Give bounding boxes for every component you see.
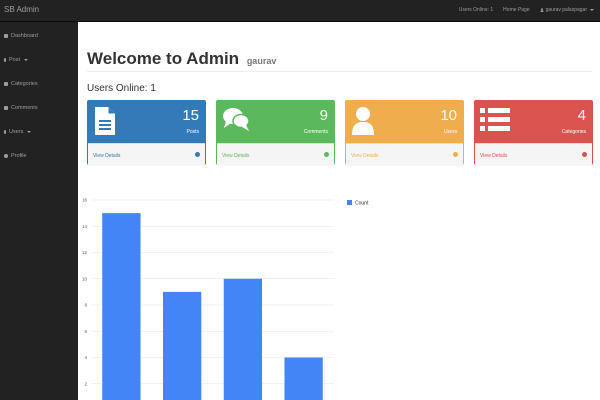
view-details-link[interactable]: View Details [480, 153, 507, 159]
legend-label: Count [355, 201, 369, 207]
users-count: 10 [440, 107, 457, 124]
sidebar-item-label: Post [9, 57, 21, 63]
card-header: 9 Comments [217, 101, 334, 143]
legend-swatch [347, 200, 352, 205]
file-text-icon [95, 107, 115, 135]
posts-label: Posts [186, 129, 199, 135]
page-title: Welcome to Admin gaurav [87, 49, 276, 69]
top-navbar: SB Admin Users Online: 1 Home Page gaura… [0, 0, 600, 22]
posts-view-details[interactable]: View Details [88, 143, 205, 166]
posts-card: 15 Posts View Details [87, 100, 206, 166]
comments-view-details[interactable]: View Details [217, 143, 334, 166]
y-tick-label: 12 [82, 250, 88, 255]
bar-posts [102, 213, 141, 400]
users-online-link[interactable]: Users Online: 1 [459, 7, 493, 13]
caret-down-icon [590, 9, 594, 11]
card-header: 4 Categories [475, 101, 592, 143]
user-menu-label: gaurav palaspagar [545, 7, 587, 13]
comments-card: 9 Comments View Details [216, 100, 335, 166]
users-view-details[interactable]: View Details [346, 143, 463, 166]
brand-link[interactable]: SB Admin [4, 5, 39, 14]
view-details-link[interactable]: View Details [222, 153, 249, 159]
users-card: 10 Users View Details [345, 100, 464, 166]
home-page-link[interactable]: Home Page [503, 7, 529, 13]
post-icon [4, 58, 6, 62]
file-icon [4, 106, 8, 110]
bar-chart: 0246810121416POSTSCOMMENTSUSERSCATEGORIE… [82, 198, 369, 400]
sidebar-item-users[interactable]: Users [4, 129, 32, 135]
y-tick-label: 16 [82, 198, 88, 203]
user-icon [540, 8, 544, 12]
view-details-link[interactable]: View Details [351, 153, 378, 159]
arrow-circle-right-icon [582, 152, 587, 157]
arrow-circle-right-icon [195, 152, 200, 157]
sidebar-item-label: Profile [11, 153, 27, 159]
main-content: Welcome to Admin gaurav Users Online: 1 … [78, 22, 600, 400]
sidebar-item-label: Categories [11, 81, 38, 87]
sidebar-item-categories[interactable]: Categories [4, 81, 38, 87]
users-label: Users [443, 129, 457, 135]
list-icon [480, 108, 510, 131]
page-subtitle: gaurav [246, 56, 277, 66]
view-details-link[interactable]: View Details [93, 153, 120, 159]
caret-down-icon [24, 59, 29, 61]
comments-icon [223, 108, 250, 131]
card-header: 15 Posts [88, 101, 205, 143]
sidebar-item-profile[interactable]: Profile [4, 153, 27, 159]
bar-categories [284, 357, 323, 400]
users-icon [4, 130, 6, 134]
wrench-icon [4, 82, 8, 86]
caret-down-icon [27, 131, 32, 133]
posts-count: 15 [182, 107, 199, 124]
bar-comments [162, 291, 202, 400]
user-icon [352, 107, 374, 135]
top-nav-links: Users Online: 1 Home Page gaurav palaspa… [459, 7, 594, 13]
arrow-circle-right-icon [324, 152, 329, 157]
categories-view-details[interactable]: View Details [475, 143, 592, 166]
y-tick-label: 2 [84, 381, 87, 386]
y-tick-label: 14 [82, 224, 88, 229]
categories-card: 4 Categories View Details [474, 100, 593, 166]
bar-users [223, 278, 263, 400]
user-menu[interactable]: gaurav palaspagar [540, 7, 594, 13]
arrow-circle-right-icon [453, 152, 458, 157]
card-header: 10 Users [346, 101, 463, 143]
y-tick-label: 4 [84, 355, 87, 360]
sidebar-item-label: Users [9, 129, 24, 135]
y-tick-label: 6 [84, 329, 87, 334]
y-tick-label: 10 [82, 276, 88, 281]
sidebar-item-label: Comments [11, 105, 38, 111]
page-title-text: Welcome to Admin [87, 49, 240, 68]
categories-count: 4 [577, 107, 586, 124]
divider [87, 71, 592, 72]
user-icon [4, 154, 8, 158]
sidebar-item-post[interactable]: Post [4, 57, 29, 63]
y-tick-label: 8 [84, 303, 87, 308]
categories-label: Categories [561, 129, 586, 135]
comments-count: 9 [319, 107, 328, 124]
users-online-heading: Users Online: 1 [87, 83, 156, 94]
dashboard-icon [4, 34, 8, 38]
comments-label: Comments [303, 129, 328, 135]
sidebar-item-dashboard[interactable]: Dashboard [4, 33, 38, 39]
sidebar-item-label: Dashboard [11, 33, 38, 39]
sidebar-item-comments[interactable]: Comments [4, 105, 38, 111]
sidebar: Dashboard Post Categories Comments Users… [0, 22, 78, 400]
